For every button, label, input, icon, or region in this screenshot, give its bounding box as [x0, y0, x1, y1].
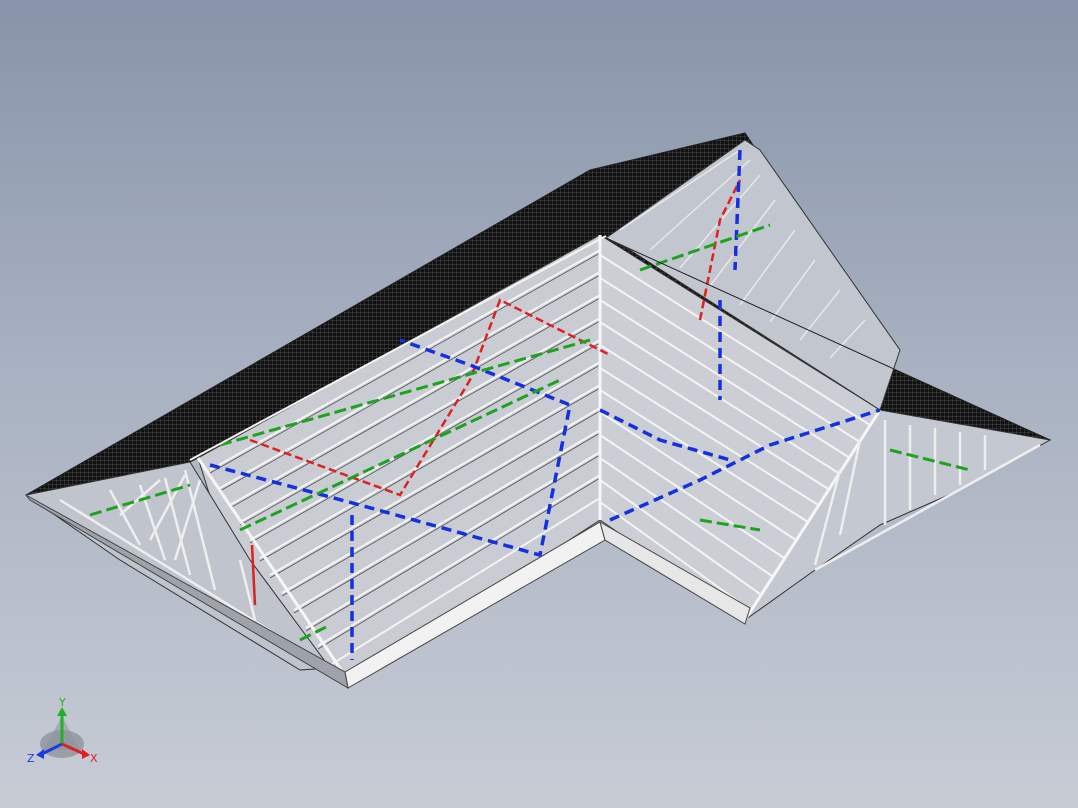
model-viewport[interactable] — [0, 0, 1078, 808]
y-axis-label: Y — [58, 696, 66, 709]
view-orientation-triad[interactable]: Y X Z — [22, 692, 112, 772]
z-axis-label: Z — [27, 752, 35, 765]
x-axis-arrow — [82, 749, 90, 759]
z-axis-arrow — [36, 749, 44, 759]
x-axis-label: X — [90, 752, 98, 765]
